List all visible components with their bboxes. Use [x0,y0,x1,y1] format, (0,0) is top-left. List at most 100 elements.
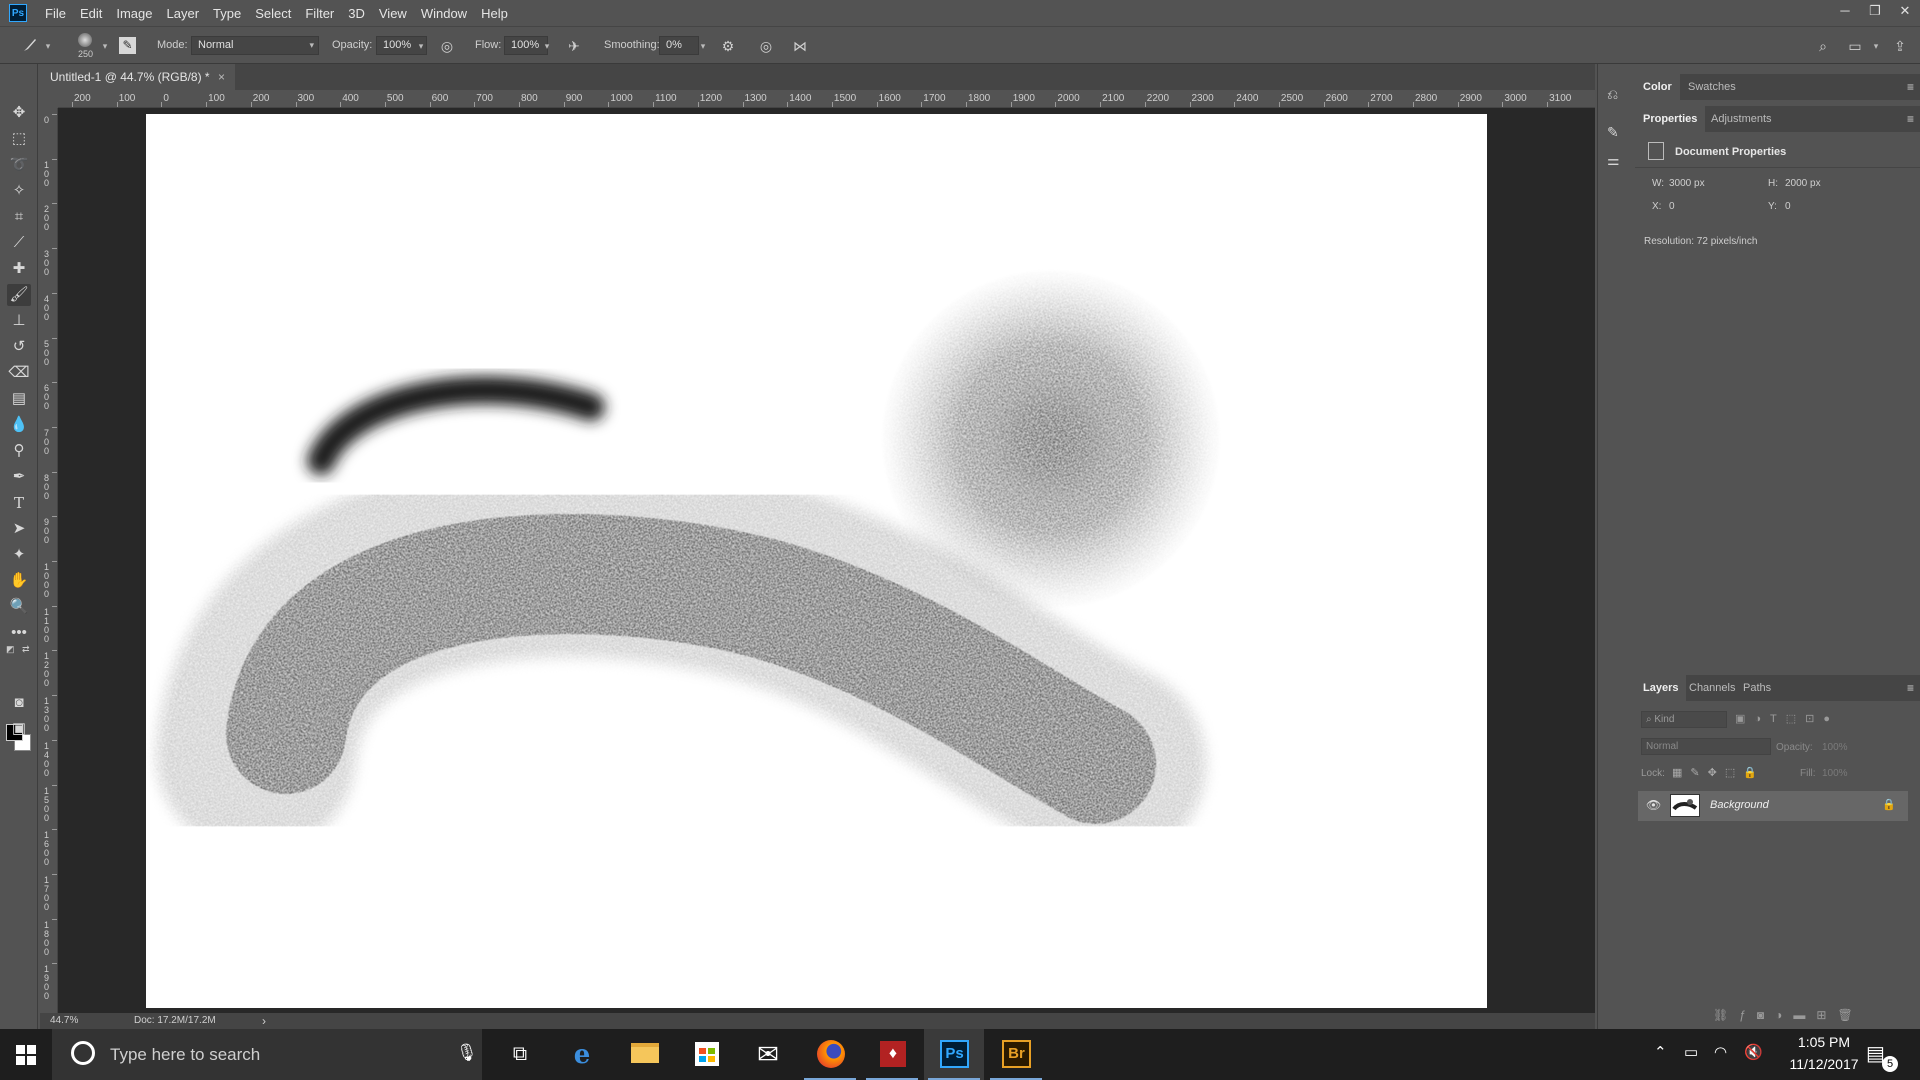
vertical-ruler[interactable]: 0 100 200 300 400 500 600 700 800 900 1000 1100 1200… [40,108,58,1013]
chevron-down-icon[interactable]: ▾ [411,36,431,56]
adjustment-layer-icon[interactable]: ◑ [1775,1008,1793,1022]
red-app-button[interactable]: ♦ [862,1029,922,1080]
microphone-icon[interactable]: 🎙 [456,1043,478,1063]
history-panel-icon[interactable]: ⎌ [1607,86,1618,103]
panel-menu-icon[interactable]: ≡ [1907,112,1914,126]
marquee-tool-icon[interactable]: ⬚ [7,128,31,150]
gear-icon[interactable]: ⚙ [718,36,738,56]
chevron-down-icon[interactable]: ▾ [1866,36,1886,56]
tab-adjustments[interactable]: Adjustments [1703,106,1780,132]
tab-swatches[interactable]: Swatches [1680,74,1744,100]
clock-time[interactable]: 1:05 PM [1784,1034,1864,1050]
menu-window[interactable]: Window [421,6,467,21]
path-selection-tool-icon[interactable]: ➤ [7,518,31,540]
lock-icon[interactable]: 🔒 [1882,798,1896,811]
layer-name[interactable]: Background [1710,799,1769,811]
clone-stamp-tool-icon[interactable]: ⊥ [7,310,31,332]
share-icon[interactable]: ⇪ [1890,36,1910,56]
layer-filter-icons[interactable]: ▣◑T⬚⊡● [1735,712,1839,725]
quick-mask-icon[interactable]: ◙ [7,692,31,714]
battery-icon[interactable]: ▭ [1684,1043,1698,1061]
hand-tool-icon[interactable]: ✋ [7,570,31,592]
tab-properties[interactable]: Properties [1635,106,1706,132]
document-canvas[interactable] [146,114,1487,1008]
minimize-button[interactable]: ─ [1830,0,1860,22]
shape-tool-icon[interactable]: ✦ [7,544,31,566]
adjustments-panel-icon[interactable]: ⚌ [1607,152,1620,169]
store-button[interactable] [676,1029,736,1080]
menu-select[interactable]: Select [255,6,291,21]
brush-tool-preset-icon[interactable] [20,36,40,56]
workspace-icon[interactable]: ▭ [1845,36,1865,56]
airbrush-icon[interactable]: ✈ [564,36,584,56]
layer-kind-filter[interactable]: ⌕ Kind [1641,711,1727,728]
tab-layers[interactable]: Layers [1635,675,1687,701]
bridge-button[interactable]: Br [986,1029,1046,1080]
menu-help[interactable]: Help [481,6,508,21]
height-value[interactable]: 2000 px [1785,178,1821,189]
menu-type[interactable]: Type [213,6,241,21]
clock-date[interactable]: 11/12/2017 [1774,1056,1874,1072]
panel-menu-icon[interactable]: ≡ [1907,681,1914,695]
eyedropper-tool-icon[interactable]: ⟋ [7,232,31,254]
brushes-panel-icon[interactable]: ✎ [1607,124,1619,141]
layer-opacity-value[interactable]: 100% [1822,742,1848,753]
status-menu-arrow[interactable]: › [262,1014,266,1028]
x-value[interactable]: 0 [1669,201,1675,212]
task-view-button[interactable]: ⧉ [490,1029,550,1080]
healing-brush-tool-icon[interactable]: ✚ [7,258,31,280]
firefox-button[interactable] [800,1029,860,1080]
delete-layer-icon[interactable]: 🗑 [1837,1008,1863,1022]
add-mask-icon[interactable]: ◙ [1757,1008,1775,1022]
brush-panel-toggle-icon[interactable]: ✎ [119,37,136,54]
menu-view[interactable]: View [379,6,407,21]
mail-button[interactable]: ✉ [738,1029,798,1080]
chevron-down-icon[interactable]: ▾ [693,36,713,56]
eraser-tool-icon[interactable]: ⌫ [7,362,31,384]
link-layers-icon[interactable]: ⛓ [1713,1008,1739,1022]
fill-value[interactable]: 100% [1822,768,1848,779]
move-tool-icon[interactable]: ✥ [7,102,31,124]
new-group-icon[interactable]: ▬ [1793,1008,1816,1022]
brush-tool-icon[interactable]: 🖌 [7,284,31,306]
zoom-level[interactable]: 44.7% [50,1015,78,1026]
fx-icon[interactable]: ƒ [1739,1008,1757,1022]
menu-3d[interactable]: 3D [348,6,365,21]
close-tab-icon[interactable]: × [218,64,225,90]
y-value[interactable]: 0 [1785,201,1791,212]
pressure-opacity-icon[interactable]: ◎ [437,36,457,56]
menu-file[interactable]: File [45,6,66,21]
close-button[interactable]: ✕ [1890,0,1920,22]
zoom-tool-icon[interactable]: 🔍 [7,596,31,618]
default-colors-icon[interactable]: ◩ [6,644,15,655]
history-brush-tool-icon[interactable]: ↺ [7,336,31,358]
taskbar-search-box[interactable]: Type here to search 🎙 [52,1029,482,1080]
chevron-down-icon[interactable]: ▾ [537,36,557,56]
menu-filter[interactable]: Filter [305,6,334,21]
more-tools-icon[interactable]: ••• [7,622,31,644]
new-layer-icon[interactable]: ⊞ [1816,1008,1837,1022]
layer-row[interactable]: 👁 Background 🔒 [1638,791,1908,821]
width-value[interactable]: 3000 px [1669,178,1705,189]
pressure-size-icon[interactable]: ◎ [756,36,776,56]
chevron-down-icon[interactable]: ▾ [38,36,58,56]
tab-paths[interactable]: Paths [1735,675,1779,701]
type-tool-icon[interactable]: T [7,492,31,514]
edge-button[interactable]: e [552,1029,612,1080]
horizontal-ruler[interactable]: 200 100 0 100 200 300 400 500 600 700 800 900 1000 11… [58,90,1595,108]
symmetry-icon[interactable]: ⋈ [790,36,810,56]
chevron-down-icon[interactable]: ▾ [95,36,115,56]
menu-layer[interactable]: Layer [167,6,200,21]
wifi-icon[interactable]: ◠ [1714,1043,1727,1061]
restore-button[interactable]: ❐ [1860,0,1890,22]
swap-colors-icon[interactable]: ⇄ [22,644,30,655]
pen-tool-icon[interactable]: ✒ [7,466,31,488]
panel-menu-icon[interactable]: ≡ [1907,80,1914,94]
search-icon[interactable]: ⌕ [1813,36,1833,56]
start-button[interactable] [0,1029,52,1080]
document-tab[interactable]: Untitled-1 @ 44.7% (RGB/8) * × [40,64,235,90]
gradient-tool-icon[interactable]: ▤ [7,388,31,410]
menu-edit[interactable]: Edit [80,6,102,21]
tab-color[interactable]: Color [1635,74,1680,100]
lasso-tool-icon[interactable]: ➰ [7,154,31,176]
